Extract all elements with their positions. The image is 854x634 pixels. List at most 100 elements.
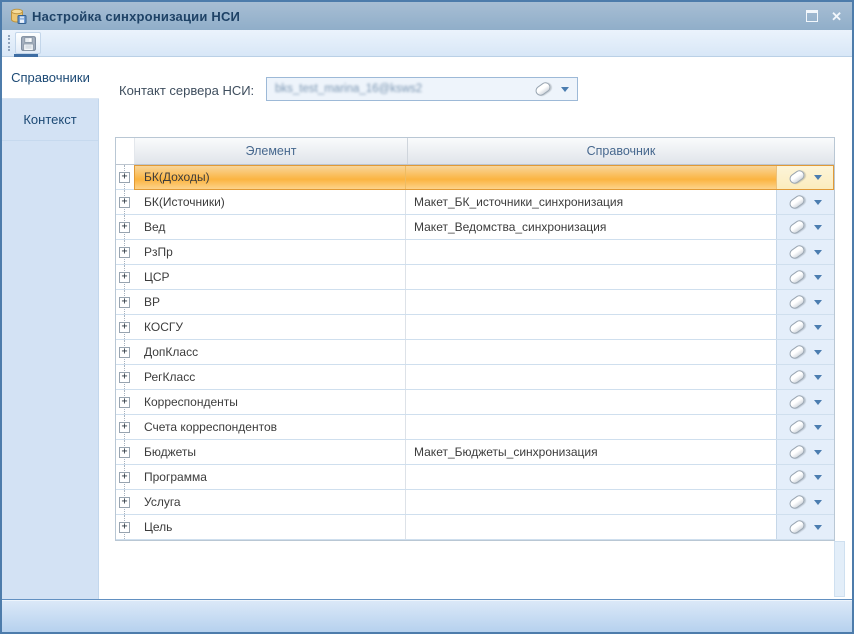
expand-plus-icon[interactable] bbox=[119, 222, 130, 233]
element-cell[interactable]: Цель bbox=[134, 515, 406, 539]
chevron-down-icon[interactable] bbox=[814, 425, 822, 430]
tab-directories[interactable]: Справочники bbox=[2, 57, 99, 99]
table-row[interactable]: РегКласс bbox=[116, 365, 834, 390]
eraser-icon[interactable] bbox=[788, 518, 807, 535]
eraser-icon[interactable] bbox=[788, 243, 807, 260]
element-cell[interactable]: Счета корреспондентов bbox=[134, 415, 406, 439]
element-cell[interactable]: РзПр bbox=[134, 240, 406, 264]
directory-cell[interactable]: Макет_БК_источники_синхронизация bbox=[406, 190, 776, 214]
table-row[interactable]: Цель bbox=[116, 515, 834, 540]
chevron-down-icon[interactable] bbox=[814, 350, 822, 355]
table-row[interactable]: БК(Источники) Макет_БК_источники_синхрон… bbox=[116, 190, 834, 215]
element-cell[interactable]: РегКласс bbox=[134, 365, 406, 389]
eraser-icon[interactable] bbox=[788, 393, 807, 410]
chevron-down-icon[interactable] bbox=[814, 525, 822, 530]
chevron-down-icon[interactable] bbox=[561, 87, 569, 92]
eraser-icon[interactable] bbox=[788, 468, 807, 485]
directory-cell[interactable] bbox=[406, 240, 776, 264]
directory-cell[interactable] bbox=[406, 515, 776, 539]
element-cell[interactable]: Бюджеты bbox=[134, 440, 406, 464]
directory-cell[interactable] bbox=[406, 340, 776, 364]
element-cell[interactable]: Вед bbox=[134, 215, 406, 239]
maximize-button[interactable] bbox=[806, 10, 818, 22]
chevron-down-icon[interactable] bbox=[814, 225, 822, 230]
directory-cell[interactable] bbox=[406, 465, 776, 489]
element-cell[interactable]: Программа bbox=[134, 465, 406, 489]
eraser-icon[interactable] bbox=[788, 193, 807, 210]
directory-cell[interactable]: Макет_Ведомства_синхронизация bbox=[406, 215, 776, 239]
eraser-icon[interactable] bbox=[788, 343, 807, 360]
eraser-icon[interactable] bbox=[788, 293, 807, 310]
chevron-down-icon[interactable] bbox=[814, 275, 822, 280]
element-cell[interactable]: ЦСР bbox=[134, 265, 406, 289]
eraser-icon[interactable] bbox=[788, 418, 807, 435]
chevron-down-icon[interactable] bbox=[814, 400, 822, 405]
chevron-down-icon[interactable] bbox=[814, 200, 822, 205]
table-row[interactable]: РзПр bbox=[116, 240, 834, 265]
expand-plus-icon[interactable] bbox=[119, 297, 130, 308]
table-row[interactable]: ВР bbox=[116, 290, 834, 315]
expand-plus-icon[interactable] bbox=[119, 447, 130, 458]
eraser-icon[interactable] bbox=[788, 368, 807, 385]
eraser-icon[interactable] bbox=[788, 318, 807, 335]
table-row[interactable]: ЦСР bbox=[116, 265, 834, 290]
chevron-down-icon[interactable] bbox=[814, 500, 822, 505]
table-row[interactable]: ДопКласс bbox=[116, 340, 834, 365]
eraser-icon[interactable] bbox=[788, 493, 807, 510]
expand-plus-icon[interactable] bbox=[119, 497, 130, 508]
table-row[interactable]: Счета корреспондентов bbox=[116, 415, 834, 440]
table-row[interactable]: Бюджеты Макет_Бюджеты_синхронизация bbox=[116, 440, 834, 465]
element-cell[interactable]: БК(Доходы) bbox=[134, 165, 406, 189]
directory-cell[interactable] bbox=[406, 415, 776, 439]
table-row[interactable]: Программа bbox=[116, 465, 834, 490]
close-button[interactable]: ✕ bbox=[831, 10, 842, 23]
element-cell[interactable]: Услуга bbox=[134, 490, 406, 514]
table-row[interactable]: БК(Доходы) bbox=[116, 165, 834, 190]
directory-cell[interactable] bbox=[406, 390, 776, 414]
directory-cell[interactable] bbox=[406, 365, 776, 389]
element-cell[interactable]: Корреспонденты bbox=[134, 390, 406, 414]
expand-plus-icon[interactable] bbox=[119, 197, 130, 208]
chevron-down-icon[interactable] bbox=[814, 175, 822, 180]
expand-plus-icon[interactable] bbox=[119, 472, 130, 483]
eraser-icon[interactable] bbox=[788, 168, 807, 185]
element-cell[interactable]: ДопКласс bbox=[134, 340, 406, 364]
eraser-icon[interactable] bbox=[534, 80, 553, 97]
table-row[interactable]: КОСГУ bbox=[116, 315, 834, 340]
table-row[interactable]: Вед Макет_Ведомства_синхронизация bbox=[116, 215, 834, 240]
expand-plus-icon[interactable] bbox=[119, 397, 130, 408]
chevron-down-icon[interactable] bbox=[814, 300, 822, 305]
expand-plus-icon[interactable] bbox=[119, 247, 130, 258]
directory-cell[interactable] bbox=[406, 265, 776, 289]
expand-plus-icon[interactable] bbox=[119, 522, 130, 533]
save-button[interactable] bbox=[15, 32, 41, 54]
eraser-icon[interactable] bbox=[788, 218, 807, 235]
column-header-element[interactable]: Элемент bbox=[134, 138, 407, 164]
element-cell[interactable]: ВР bbox=[134, 290, 406, 314]
expand-plus-icon[interactable] bbox=[119, 422, 130, 433]
column-header-directory[interactable]: Справочник bbox=[407, 138, 834, 164]
toolbar-grip[interactable] bbox=[8, 35, 10, 51]
table-row[interactable]: Корреспонденты bbox=[116, 390, 834, 415]
directory-cell[interactable]: Макет_Бюджеты_синхронизация bbox=[406, 440, 776, 464]
expand-plus-icon[interactable] bbox=[119, 322, 130, 333]
eraser-icon[interactable] bbox=[788, 268, 807, 285]
tab-context[interactable]: Контекст bbox=[2, 99, 98, 141]
chevron-down-icon[interactable] bbox=[814, 475, 822, 480]
directory-cell[interactable] bbox=[406, 290, 776, 314]
element-cell[interactable]: КОСГУ bbox=[134, 315, 406, 339]
directory-cell[interactable] bbox=[406, 165, 776, 189]
expand-plus-icon[interactable] bbox=[119, 272, 130, 283]
chevron-down-icon[interactable] bbox=[814, 325, 822, 330]
expand-plus-icon[interactable] bbox=[119, 172, 130, 183]
expand-plus-icon[interactable] bbox=[119, 347, 130, 358]
titlebar[interactable]: Настройка синхронизации НСИ ✕ bbox=[2, 2, 852, 30]
chevron-down-icon[interactable] bbox=[814, 450, 822, 455]
table-row[interactable]: Услуга bbox=[116, 490, 834, 515]
expand-plus-icon[interactable] bbox=[119, 372, 130, 383]
server-contact-combobox[interactable]: bks_test_marina_16@ksws2 bbox=[266, 77, 578, 101]
directory-cell[interactable] bbox=[406, 315, 776, 339]
directory-cell[interactable] bbox=[406, 490, 776, 514]
element-cell[interactable]: БК(Источники) bbox=[134, 190, 406, 214]
chevron-down-icon[interactable] bbox=[814, 375, 822, 380]
